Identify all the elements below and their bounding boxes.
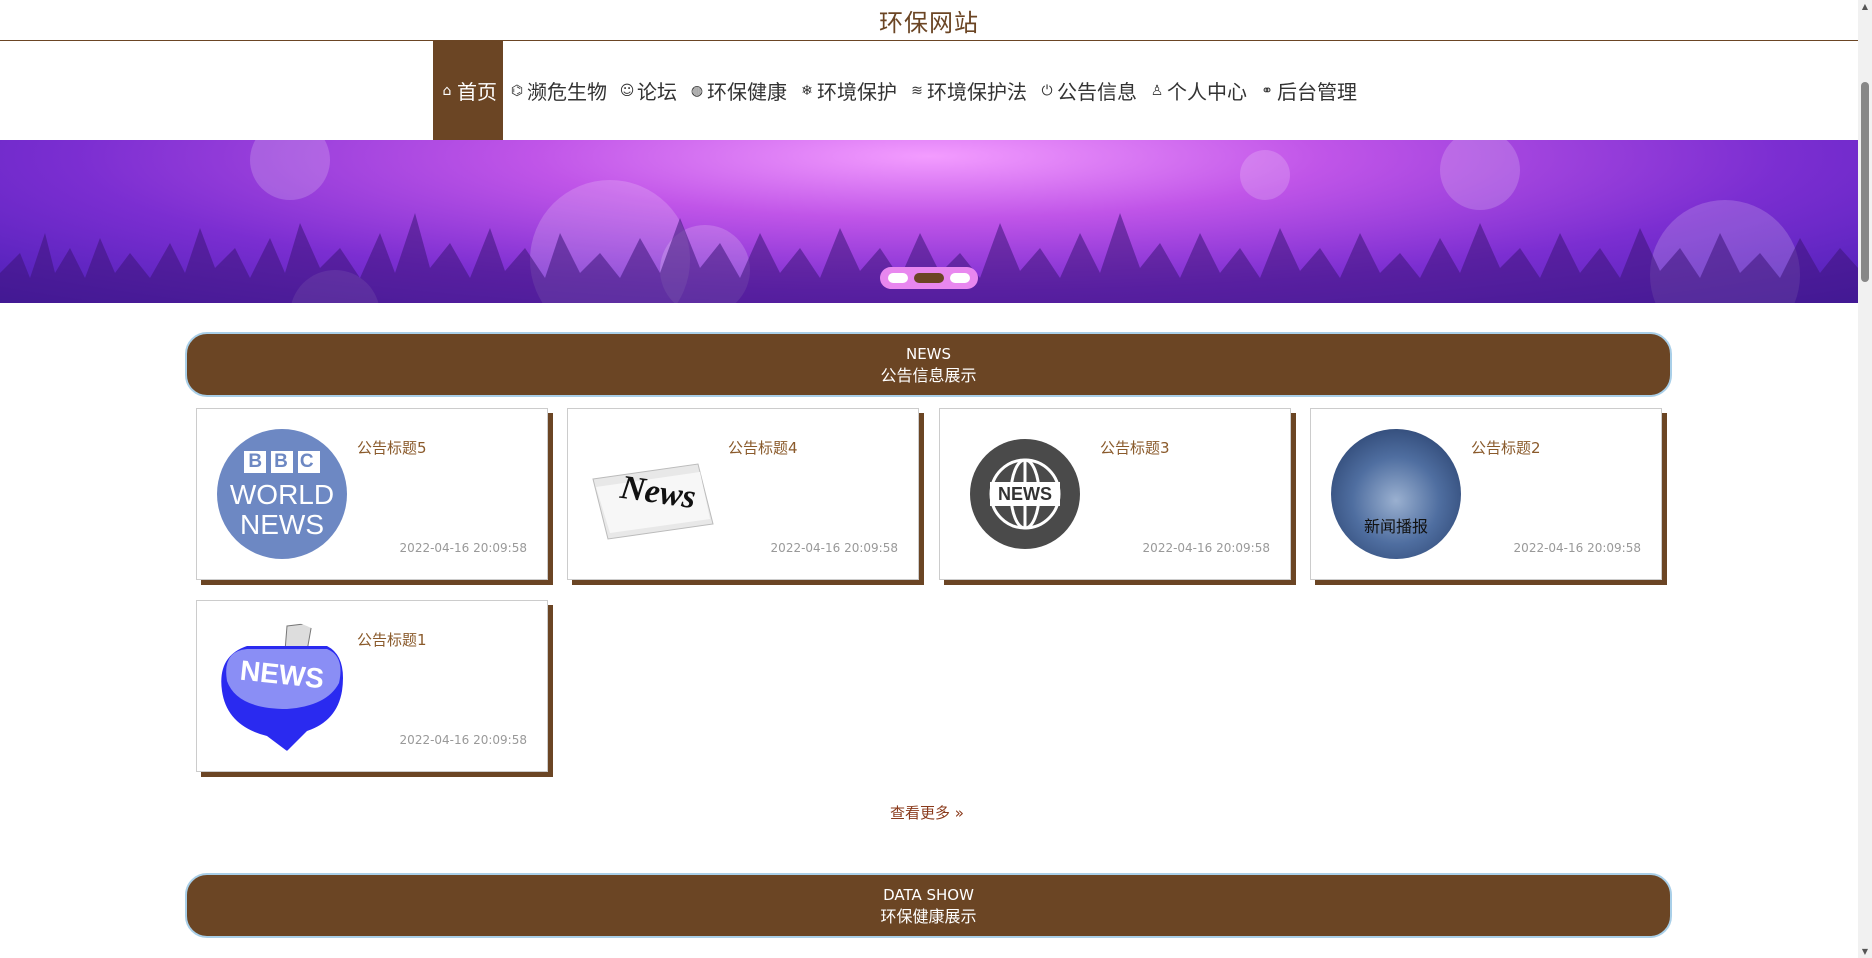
section-title-en: NEWS: [905, 344, 952, 363]
news-card[interactable]: NEWS 公告标题1 2022-04-16 20:09:58: [196, 600, 548, 772]
nav-item-forum[interactable]: ☺ 论坛: [613, 41, 683, 140]
nav-label: 论坛: [637, 80, 677, 104]
main-nav: ⌂ 首页 ⌬ 濒危生物 ☺ 论坛 ◍ 环保健康 ❄ 环境保护 ≋ 环境保护法 ⏻ 公告信息 ♙…: [0, 41, 1858, 140]
nav-label: 个人中心: [1167, 80, 1247, 104]
broadcast-thumbnail: 新闻播报: [1331, 429, 1461, 559]
palette-icon: ☺: [619, 82, 635, 99]
news-title: 公告标题4: [728, 439, 798, 457]
view-more-label: 查看更多: [890, 804, 951, 822]
carousel-dot[interactable]: [888, 273, 908, 283]
globe-icon: ◍: [690, 82, 704, 99]
nav-label: 环境保护: [817, 80, 897, 104]
news-card[interactable]: 新闻播报 公告标题2 2022-04-16 20:09:58: [1310, 408, 1662, 580]
site-title: 环保网站: [879, 8, 979, 37]
news-time: 2022-04-16 20:09:58: [399, 733, 527, 747]
nav-item-law[interactable]: ≋ 环境保护法: [903, 41, 1033, 140]
newspaper-thumbnail: News: [588, 429, 718, 559]
data-section-header: DATA SHOW 环保健康展示: [185, 873, 1672, 938]
thumb-text: NEWS: [998, 484, 1052, 504]
nav-item-admin[interactable]: ⚭ 后台管理: [1253, 41, 1363, 140]
thumb-text: NEWS: [240, 509, 324, 540]
news-time: 2022-04-16 20:09:58: [770, 541, 898, 555]
nav-item-profile[interactable]: ♙ 个人中心: [1143, 41, 1253, 140]
double-chevron-right-icon: »: [954, 804, 964, 822]
nav-label: 首页: [457, 80, 497, 104]
news-title: 公告标题5: [357, 439, 427, 457]
thumb-text: 新闻播报: [1363, 517, 1428, 536]
nav-item-protection[interactable]: ❄ 环境保护: [793, 41, 903, 140]
nav-item-endangered[interactable]: ⌬ 濒危生物: [503, 41, 613, 140]
carousel-indicators: [880, 267, 978, 289]
snowflake-icon: ❄: [801, 82, 813, 99]
view-more-link[interactable]: 查看更多 »: [890, 802, 964, 823]
news-time: 2022-04-16 20:09:58: [1513, 541, 1641, 555]
nav-item-notice[interactable]: ⏻ 公告信息: [1033, 41, 1143, 140]
news-section-header: NEWS 公告信息展示: [185, 332, 1672, 397]
news-card[interactable]: News 公告标题4 2022-04-16 20:09:58: [567, 408, 919, 580]
home-icon: ⌂: [442, 82, 452, 99]
scrollbar-thumb[interactable]: [1861, 82, 1869, 282]
nav-label: 环保健康: [707, 80, 787, 104]
blue-news-thumbnail: NEWS: [217, 621, 347, 751]
nav-item-home[interactable]: ⌂ 首页: [433, 41, 503, 140]
nav-label: 濒危生物: [527, 80, 607, 104]
scroll-up-arrow-icon[interactable]: ▲: [1860, 2, 1870, 11]
carousel-dot[interactable]: [950, 273, 970, 283]
news-time: 2022-04-16 20:09:58: [1142, 541, 1270, 555]
banner-carousel[interactable]: [0, 140, 1858, 303]
scroll-down-arrow-icon[interactable]: ▼: [1860, 947, 1870, 956]
news-card[interactable]: BBC WORLD NEWS 公告标题5 2022-04-16 20:09:58: [196, 408, 548, 580]
section-title-zh: 环保健康展示: [880, 906, 977, 926]
user-icon: ♙: [1150, 82, 1164, 99]
nav-item-health[interactable]: ◍ 环保健康: [683, 41, 793, 140]
nav-label: 环境保护法: [927, 80, 1027, 104]
nav-label: 公告信息: [1057, 80, 1137, 104]
site-header: 环保网站: [0, 0, 1858, 41]
globe-news-thumbnail: NEWS: [960, 429, 1090, 559]
bbc-world-news-thumbnail: BBC WORLD NEWS: [217, 429, 347, 559]
power-icon: ⏻: [1041, 82, 1053, 99]
news-time: 2022-04-16 20:09:58: [399, 541, 527, 555]
nav-label: 后台管理: [1277, 80, 1357, 104]
thumb-text: BBC: [248, 451, 326, 472]
news-title: 公告标题3: [1100, 439, 1170, 457]
section-title-en: DATA SHOW: [883, 885, 974, 904]
layers-icon: ≋: [911, 82, 923, 99]
news-title: 公告标题2: [1471, 439, 1541, 457]
thumb-text: WORLD: [229, 479, 335, 510]
link-icon: ⚭: [1261, 82, 1273, 99]
news-title: 公告标题1: [357, 631, 427, 649]
section-title-zh: 公告信息展示: [880, 365, 977, 385]
page-scrollbar[interactable]: ▲ ▼: [1858, 0, 1872, 958]
tag-icon: ⌬: [510, 82, 524, 99]
news-card[interactable]: NEWS 公告标题3 2022-04-16 20:09:58: [939, 408, 1291, 580]
carousel-dot-active[interactable]: [914, 273, 944, 283]
